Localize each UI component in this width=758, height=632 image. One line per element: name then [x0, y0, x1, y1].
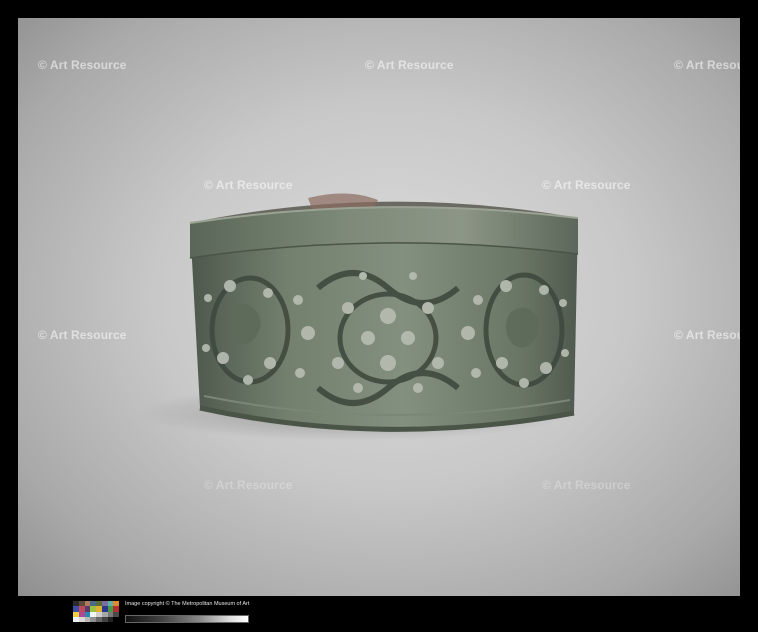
watermark: © Art Resource [542, 178, 631, 192]
color-swatch [113, 616, 119, 622]
watermark: © Art Resource [365, 58, 454, 72]
openwork-bronze-bowl [138, 193, 579, 441]
watermark: © Art Resource [38, 328, 127, 342]
watermark: © Art Resource [542, 478, 631, 492]
watermark: © Art Resource [674, 58, 740, 72]
color-calibration-chart [73, 601, 119, 622]
grayscale-calibration-bar [125, 615, 249, 623]
watermark: © Art Resource [204, 178, 293, 192]
artwork-photo: © Art Resource © Art Resource © Art Reso… [18, 18, 740, 596]
watermark: © Art Resource [674, 328, 740, 342]
watermark: © Art Resource [38, 58, 127, 72]
image-footer: Image copyright © The Metropolitan Museu… [0, 596, 758, 632]
watermark: © Art Resource [204, 478, 293, 492]
copyright-credit: Image copyright © The Metropolitan Museu… [125, 601, 250, 607]
